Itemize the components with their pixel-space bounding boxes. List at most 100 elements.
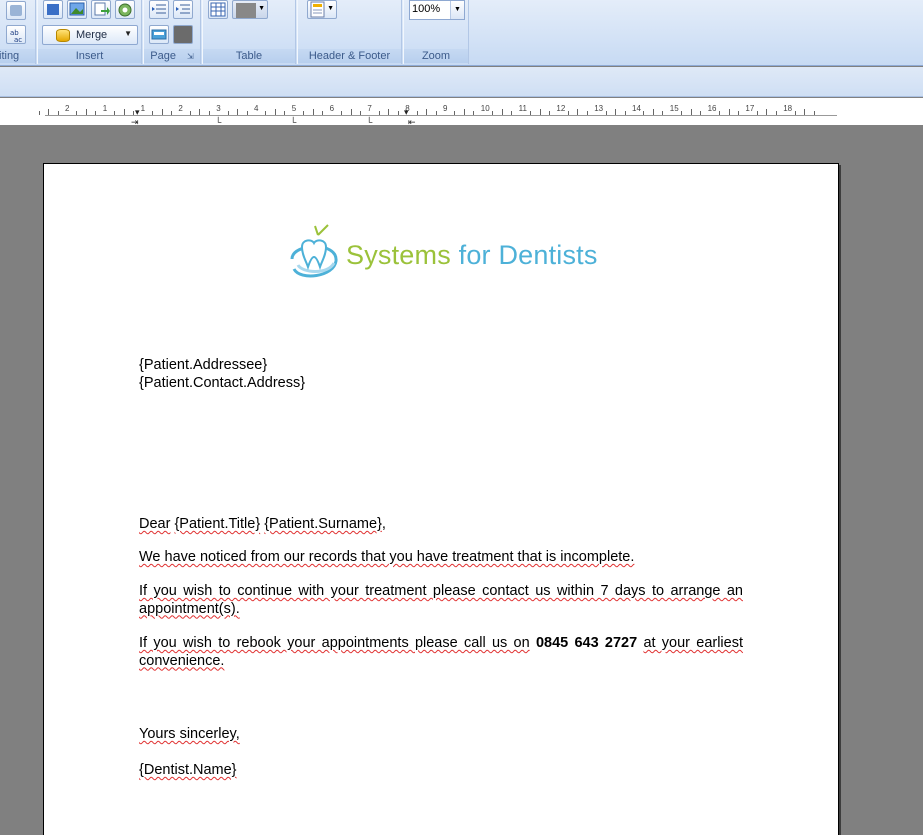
ruler-number: 4 [254, 104, 258, 113]
ruler-tick [360, 111, 361, 115]
ruler-tick [502, 109, 503, 115]
ruler-tick [284, 111, 285, 115]
tab-stop-marker[interactable]: └ [215, 118, 221, 126]
ruler-tick [237, 109, 238, 115]
ruler-number: 14 [632, 104, 641, 113]
ruler-tick [436, 111, 437, 115]
address-field[interactable]: {Patient.Contact.Address} [139, 375, 743, 393]
greeting-line[interactable]: Dear {Patient.Title} {Patient.Surname}, [139, 516, 743, 534]
indent-left-icon[interactable] [149, 0, 169, 19]
greeting-comma: , [382, 516, 386, 532]
header-footer-group: ▼ Header & Footer [297, 0, 402, 64]
ruler-tick [171, 111, 172, 115]
page-group-label: Page ⇲ [144, 49, 200, 63]
ruler-number: 2 [178, 104, 182, 113]
chevron-down-icon: ▼ [124, 29, 132, 38]
paragraph-3[interactable]: If you wish to rebook your appointments … [139, 635, 743, 670]
dentist-name-field[interactable]: {Dentist.Name} [139, 762, 743, 780]
ruler-tick [587, 111, 588, 115]
insert-object-icon[interactable] [115, 0, 135, 19]
addressee-field[interactable]: {Patient.Addressee} [139, 357, 743, 375]
svg-text:ac: ac [14, 36, 22, 44]
ruler-number: 11 [519, 104, 527, 113]
indent-right-icon[interactable] [173, 0, 193, 19]
find-icon[interactable] [6, 1, 26, 20]
ruler-tick [729, 109, 730, 115]
ruler-tick [388, 109, 389, 115]
ruler-tick [530, 111, 531, 115]
ruler-tick [228, 111, 229, 115]
left-indent-marker[interactable]: ⇥ [131, 118, 139, 126]
paragraph-3-before: If you wish to rebook your appointments … [139, 635, 530, 651]
patient-surname-field: {Patient.Surname} [264, 516, 382, 532]
page-group-label-text: Page [150, 50, 176, 62]
logo-word-systems: Systems [346, 240, 451, 270]
page-setup-icon[interactable] [173, 25, 193, 44]
paragraph-1[interactable]: We have noticed from our records that yo… [139, 549, 743, 567]
ruler-tick [247, 111, 248, 115]
horizontal-ruler[interactable]: 21123456789101112131415161718 [45, 104, 837, 118]
ruler-number: 18 [783, 104, 792, 113]
closing-line[interactable]: Yours sincerley, [139, 726, 743, 744]
ruler-tick [379, 111, 380, 115]
patient-title-field: {Patient.Title} [174, 516, 260, 532]
ruler-number: 2 [65, 104, 69, 113]
tooth-icon [288, 223, 342, 281]
tab-stop-marker[interactable]: └ [366, 118, 372, 126]
ruler-tick [653, 109, 654, 115]
chevron-down-icon[interactable]: ▼ [450, 1, 464, 19]
ruler-tick [615, 109, 616, 115]
table-group: ▼ Table [202, 0, 296, 64]
greeting-prefix: Dear [139, 516, 170, 532]
toolbar-band [0, 67, 923, 97]
ruler-tick [691, 109, 692, 115]
spelling-icon[interactable]: abac [6, 25, 26, 44]
ruler-tick [58, 111, 59, 115]
ruler-tick [492, 111, 493, 115]
ruler-tick [757, 111, 758, 115]
page-background-icon[interactable] [149, 25, 169, 44]
ruler-number: 15 [670, 104, 679, 113]
ruler-tick [511, 111, 512, 115]
table-style-dropdown[interactable]: ▼ [232, 0, 268, 19]
dialog-launcher-icon[interactable]: ⇲ [187, 52, 194, 61]
ruler-tick [464, 109, 465, 115]
company-logo: Systems for Dentists [288, 223, 608, 283]
database-icon [56, 29, 70, 42]
ruler-tick [133, 111, 134, 115]
document-page[interactable]: Systems for Dentists {Patient.Addressee}… [43, 163, 839, 835]
zoom-combobox[interactable]: 100% ▼ [409, 0, 465, 20]
ruler-baseline [45, 115, 837, 116]
insert-table-icon[interactable] [208, 0, 228, 19]
ruler-number: 17 [745, 104, 754, 113]
first-line-indent-marker[interactable]: ▾ [135, 108, 140, 116]
ruler-tick [48, 109, 49, 115]
right-indent-marker[interactable]: ▾ [404, 108, 409, 116]
ruler-tick [738, 111, 739, 115]
zoom-group-label: Zoom [404, 49, 468, 63]
tab-stop-marker[interactable]: └ [290, 118, 296, 126]
ruler-tick [351, 109, 352, 115]
insert-text-icon[interactable] [43, 0, 63, 19]
ruler-tick [39, 111, 40, 115]
ruler-tick [152, 111, 153, 115]
ruler-number: 16 [708, 104, 717, 113]
ruler-tick [700, 111, 701, 115]
ruler-tick [540, 109, 541, 115]
ruler-tick [303, 111, 304, 115]
merge-button-label: Merge [76, 29, 107, 41]
ruler-number: 1 [103, 104, 107, 113]
right-margin-marker[interactable]: ⇤ [408, 118, 416, 126]
ruler-number: 13 [594, 104, 603, 113]
ruler-tick [426, 109, 427, 115]
ruler-area: 21123456789101112131415161718 ▾ ⇥ └ └ └ … [0, 98, 923, 125]
ribbon: abac iting Merge ▼ Insert [0, 0, 923, 66]
paragraph-2[interactable]: If you wish to continue with your treatm… [139, 583, 743, 618]
insert-field-icon[interactable] [91, 0, 111, 19]
header-footer-dropdown[interactable]: ▼ [307, 0, 337, 19]
insert-image-icon[interactable] [67, 0, 87, 19]
ruler-tick [814, 111, 815, 115]
ruler-tick [719, 111, 720, 115]
ruler-tick [473, 111, 474, 115]
merge-button[interactable]: Merge ▼ [42, 25, 138, 45]
